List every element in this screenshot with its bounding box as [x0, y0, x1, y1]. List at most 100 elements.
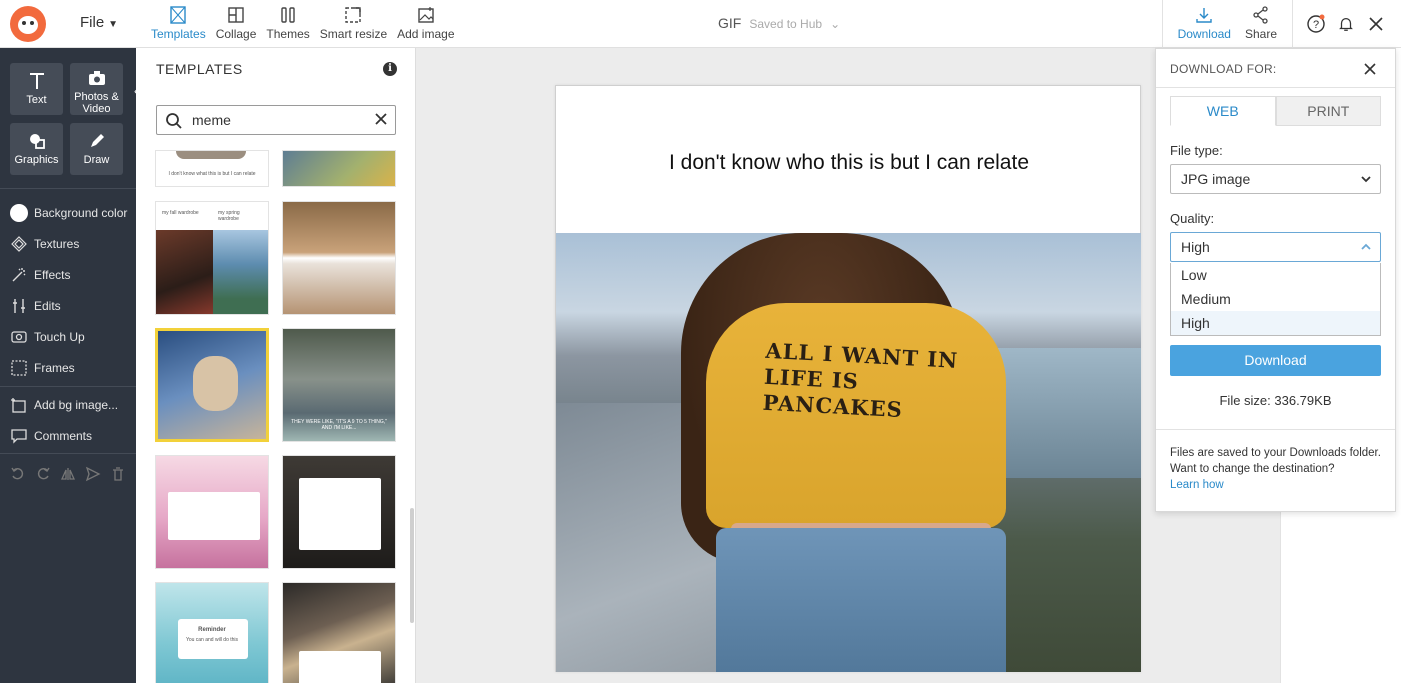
tool-graphics[interactable]: Graphics — [10, 123, 63, 175]
template-thumb[interactable] — [155, 455, 269, 569]
frames-icon — [11, 360, 27, 376]
close-icon[interactable] — [1363, 62, 1377, 76]
redo-icon[interactable] — [35, 466, 51, 482]
send-icon[interactable] — [85, 466, 101, 482]
divider — [1156, 429, 1395, 430]
sidebar-item-frames[interactable]: Frames — [10, 357, 75, 379]
templates-icon — [170, 6, 187, 24]
template-thumb[interactable] — [282, 201, 396, 315]
top-tabs: Templates Collage Themes Smart resize Ad… — [146, 0, 460, 48]
template-thumb[interactable]: Reminder You can and will do this — [155, 582, 269, 683]
file-type-label: File type: — [1170, 143, 1223, 158]
info-icon[interactable]: i — [383, 62, 397, 76]
canvas-caption[interactable]: I don't know who this is but I can relat… — [556, 151, 1142, 175]
file-menu-label: File — [80, 14, 105, 31]
download-note: Files are saved to your Downloads folder… — [1170, 445, 1385, 493]
sidebar-item-effects[interactable]: Effects — [10, 264, 70, 286]
sidebar-item-label: Frames — [34, 361, 75, 375]
tab-print[interactable]: PRINT — [1275, 96, 1381, 126]
quality-select[interactable]: High — [1170, 232, 1381, 262]
search-input[interactable] — [192, 110, 362, 130]
background-color-icon — [10, 204, 28, 222]
quality-dropdown: Low Medium High — [1170, 263, 1381, 336]
quality-option-medium[interactable]: Medium — [1171, 287, 1380, 311]
flip-icon[interactable] — [60, 466, 76, 482]
sidebar-item-add-bg-image[interactable]: Add bg image... — [10, 394, 118, 416]
share-label: Share — [1244, 27, 1277, 41]
help-button[interactable]: ? — [1301, 0, 1331, 48]
tab-smart-resize[interactable]: Smart resize — [315, 0, 392, 48]
picmonkey-logo[interactable] — [10, 6, 46, 42]
clear-search-icon[interactable] — [374, 112, 388, 126]
template-thumb[interactable] — [282, 150, 396, 187]
thumb-caption: my fall wardrobe — [162, 210, 199, 216]
template-thumb[interactable] — [282, 582, 396, 683]
learn-how-link[interactable]: Learn how — [1170, 477, 1385, 493]
svg-text:?: ? — [1313, 19, 1319, 31]
sidebar-item-comments[interactable]: Comments — [10, 425, 92, 447]
tool-text[interactable]: Text — [10, 63, 63, 115]
sidebar-item-touch-up[interactable]: Touch Up — [10, 326, 85, 348]
document-title[interactable]: GIF Saved to Hub ⌄ — [718, 15, 840, 31]
shirt-text: ALL I WANT IN LIFE IS PANCAKES — [762, 337, 959, 423]
document-type: GIF — [718, 15, 742, 31]
notifications-button[interactable] — [1331, 0, 1361, 48]
quality-option-low[interactable]: Low — [1171, 263, 1380, 287]
download-target-tabs: WEB PRINT — [1170, 96, 1381, 126]
camera-icon — [88, 71, 105, 85]
divider — [0, 386, 136, 387]
chevron-down-icon: ⌄ — [830, 17, 841, 31]
tab-add-image-label: Add image — [397, 27, 455, 41]
template-thumb[interactable]: THEY WERE LIKE, "IT'S A 9 TO 5 THING," A… — [282, 328, 396, 442]
share-button[interactable]: Share — [1238, 0, 1284, 48]
divider — [0, 453, 136, 454]
quality-option-high[interactable]: High — [1171, 311, 1380, 335]
history-actions — [10, 466, 135, 482]
template-thumb[interactable] — [282, 455, 396, 569]
sidebar-item-label: Effects — [34, 268, 71, 282]
tab-collage[interactable]: Collage — [211, 0, 262, 48]
scrollbar[interactable] — [410, 508, 414, 623]
search-icon — [166, 113, 182, 129]
pencil-icon — [90, 134, 104, 147]
trash-icon[interactable] — [110, 466, 126, 482]
download-note-text: Files are saved to your Downloads folder… — [1170, 447, 1381, 475]
undo-icon[interactable] — [10, 466, 26, 482]
design-canvas[interactable]: I don't know who this is but I can relat… — [555, 85, 1141, 672]
thumb-caption: THEY WERE LIKE, "IT'S A 9 TO 5 THING," A… — [291, 419, 387, 431]
thumb-caption: my spring wardrobe — [218, 210, 240, 222]
template-thumb[interactable]: I don't know what this is but I can rela… — [155, 150, 269, 187]
quality-value: High — [1181, 239, 1210, 255]
textures-icon — [11, 236, 27, 252]
graphics-icon — [29, 134, 45, 149]
right-actions: Download Share ? — [1154, 0, 1401, 48]
download-top-label: Download — [1177, 27, 1231, 41]
download-button[interactable]: Download — [1170, 345, 1381, 376]
canvas-photo[interactable]: ALL I WANT IN LIFE IS PANCAKES — [556, 233, 1141, 672]
sidebar-item-edits[interactable]: Edits — [10, 295, 61, 317]
close-editor-button[interactable] — [1361, 0, 1391, 48]
close-icon — [1369, 17, 1383, 31]
tool-text-label: Text — [26, 94, 47, 106]
file-type-select[interactable]: JPG image — [1170, 164, 1381, 194]
divider — [0, 188, 136, 189]
tool-draw[interactable]: Draw — [70, 123, 123, 175]
template-thumb[interactable]: my fall wardrobe my spring wardrobe — [155, 201, 269, 315]
bell-icon — [1339, 17, 1353, 31]
file-type-value: JPG image — [1181, 171, 1251, 187]
tab-web[interactable]: WEB — [1170, 96, 1276, 126]
template-thumb[interactable] — [155, 328, 269, 442]
divider — [1161, 0, 1163, 48]
download-top-button[interactable]: Download — [1171, 0, 1238, 48]
sidebar-item-textures[interactable]: Textures — [10, 233, 79, 255]
thumb-caption: I don't know what this is but I can rela… — [168, 171, 256, 177]
file-menu[interactable]: File ▼ — [80, 14, 118, 31]
download-panel: DOWNLOAD FOR: WEB PRINT File type: JPG i… — [1155, 48, 1396, 512]
tool-photos-video[interactable]: Photos & Video — [70, 63, 123, 115]
sidebar-item-label: Comments — [34, 429, 93, 443]
tab-templates[interactable]: Templates — [146, 0, 211, 48]
sidebar-item-background-color[interactable]: Background color — [10, 202, 127, 224]
tab-themes[interactable]: Themes — [261, 0, 314, 48]
tab-templates-label: Templates — [151, 27, 206, 41]
tab-add-image[interactable]: Add image — [392, 0, 459, 48]
